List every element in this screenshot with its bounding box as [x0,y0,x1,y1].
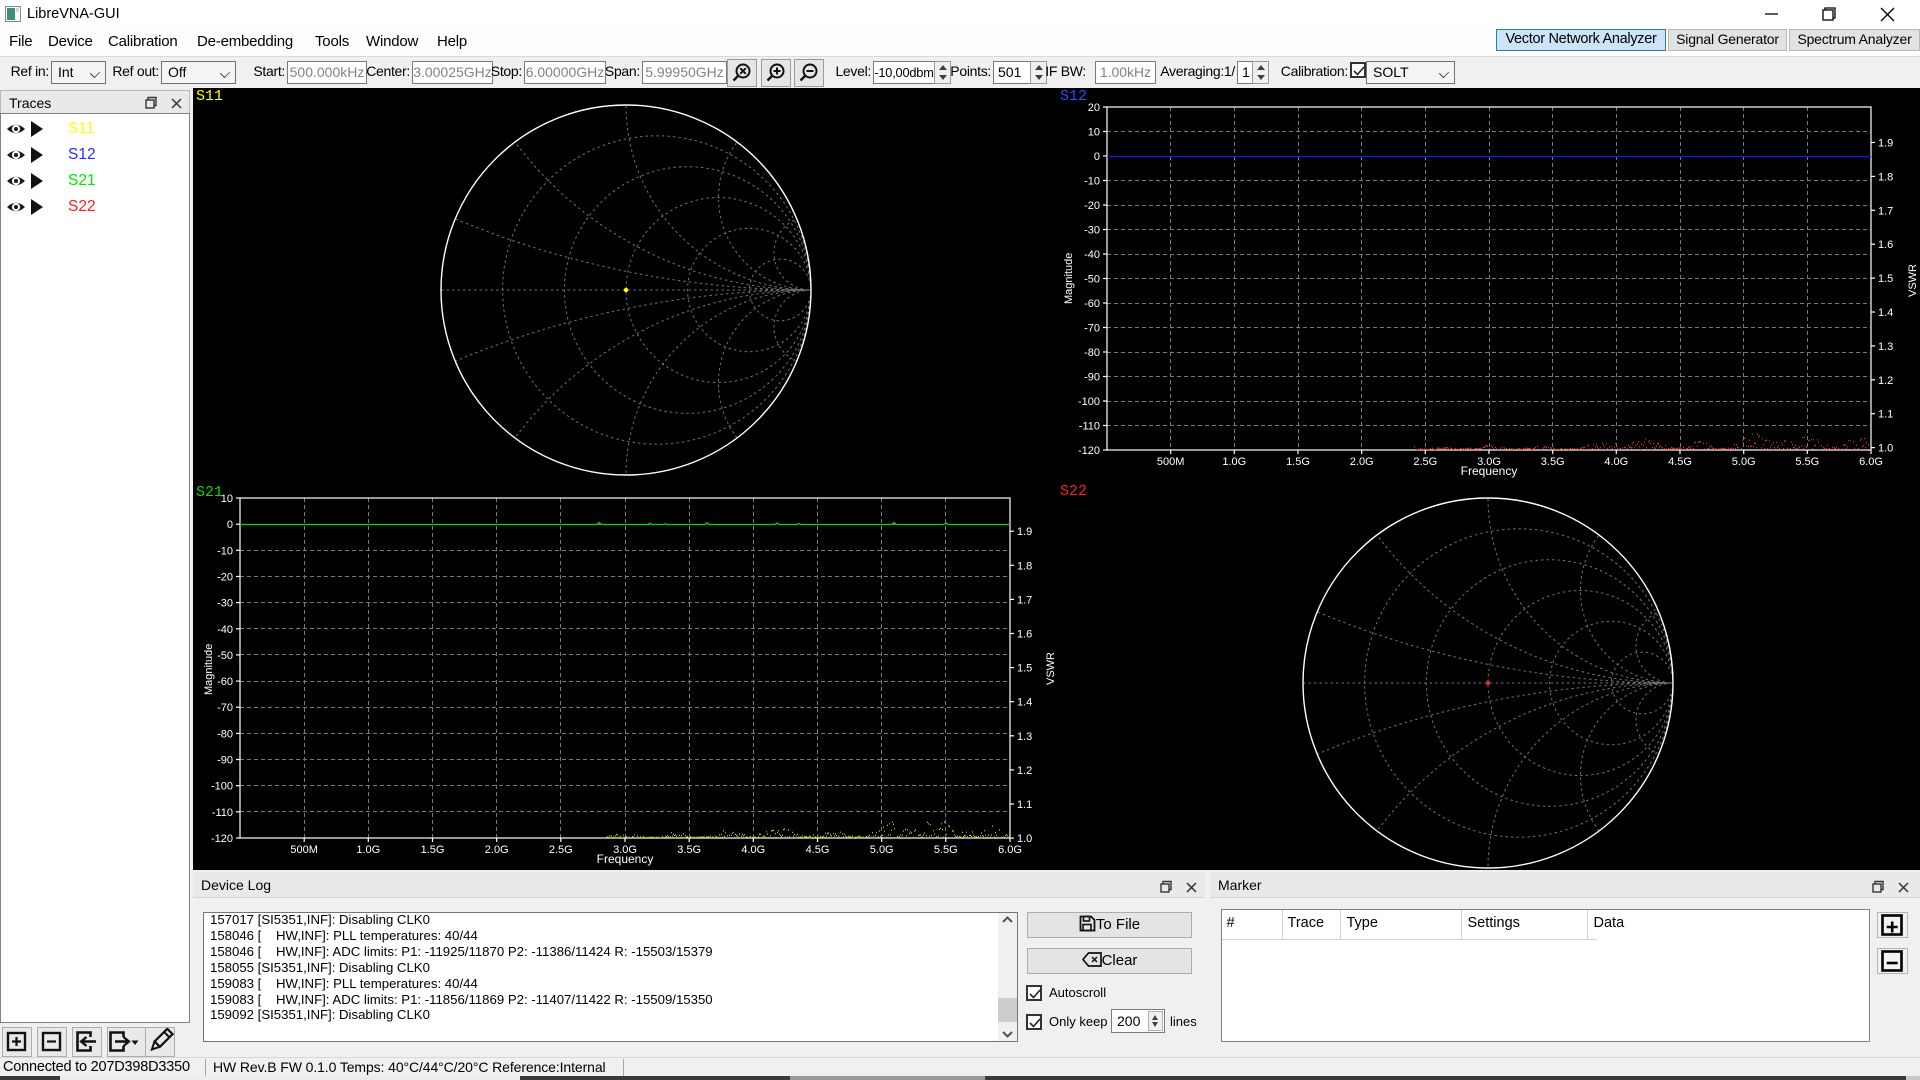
svg-text:5.5G: 5.5G [1795,456,1819,468]
svg-text:2.0G: 2.0G [485,844,509,856]
svg-text:-20: -20 [1084,200,1100,212]
svg-text:2.5G: 2.5G [1413,456,1437,468]
svg-text:0: 0 [1094,151,1100,163]
svg-text:-20: -20 [217,572,233,584]
svg-text:Frequency: Frequency [597,852,654,866]
svg-text:1.0G: 1.0G [1222,456,1246,468]
svg-text:1.4: 1.4 [1017,697,1032,709]
svg-text:-90: -90 [1084,372,1100,384]
svg-text:-10: -10 [217,545,233,557]
svg-text:3.5G: 3.5G [677,844,701,856]
svg-text:-120: -120 [1078,445,1100,457]
svg-text:10: 10 [1088,127,1100,139]
svg-text:1.7: 1.7 [1878,205,1893,217]
svg-text:-100: -100 [1078,396,1100,408]
svg-text:5.0G: 5.0G [1732,456,1756,468]
svg-text:6.0G: 6.0G [1859,456,1883,468]
svg-text:-90: -90 [217,755,233,767]
svg-text:1.3: 1.3 [1878,341,1893,353]
svg-text:1.8: 1.8 [1878,171,1893,183]
svg-text:-110: -110 [1079,421,1100,433]
svg-text:1.7: 1.7 [1017,594,1032,606]
svg-text:-50: -50 [1084,274,1100,286]
svg-text:6.0G: 6.0G [998,844,1022,856]
svg-text:2.5G: 2.5G [549,844,573,856]
svg-text:1.2: 1.2 [1878,375,1893,387]
svg-text:-70: -70 [217,702,233,714]
svg-text:20: 20 [1088,102,1100,114]
svg-text:-30: -30 [1084,225,1100,237]
svg-text:5.5G: 5.5G [934,844,958,856]
svg-text:-100: -100 [211,781,233,793]
svg-text:-50: -50 [217,650,233,662]
svg-text:-40: -40 [217,624,233,636]
svg-text:1.0G: 1.0G [356,844,380,856]
svg-text:1.1: 1.1 [1017,799,1032,811]
svg-text:1.5G: 1.5G [1286,456,1310,468]
svg-text:500M: 500M [290,844,318,856]
svg-text:4.0G: 4.0G [741,844,765,856]
svg-text:1.6: 1.6 [1878,239,1893,251]
svg-text:1.5G: 1.5G [421,844,445,856]
svg-text:1.1: 1.1 [1878,409,1893,421]
svg-text:1.5: 1.5 [1878,273,1893,285]
svg-text:0: 0 [227,519,233,531]
svg-text:1.8: 1.8 [1017,560,1032,572]
svg-text:1.9: 1.9 [1017,526,1032,538]
svg-text:1.6: 1.6 [1017,629,1032,641]
svg-text:1.2: 1.2 [1017,765,1032,777]
svg-text:2.0G: 2.0G [1350,456,1374,468]
svg-text:-40: -40 [1084,249,1100,261]
svg-text:-10: -10 [1084,176,1100,188]
svg-text:1.5: 1.5 [1017,663,1032,675]
svg-text:-80: -80 [217,728,233,740]
svg-text:-30: -30 [217,598,233,610]
svg-text:5.0G: 5.0G [870,844,894,856]
svg-text:3.5G: 3.5G [1541,456,1565,468]
svg-text:1.3: 1.3 [1017,731,1032,743]
svg-text:-60: -60 [217,676,233,688]
svg-text:500M: 500M [1157,456,1185,468]
svg-text:-110: -110 [212,807,233,819]
svg-text:4.5G: 4.5G [1668,456,1692,468]
svg-text:1.9: 1.9 [1878,138,1893,150]
svg-text:1.0: 1.0 [1878,443,1893,455]
svg-text:1.4: 1.4 [1878,307,1893,319]
svg-text:-60: -60 [1084,298,1100,310]
svg-text:Frequency: Frequency [1461,464,1518,478]
svg-text:4.5G: 4.5G [806,844,830,856]
svg-text:4.0G: 4.0G [1604,456,1628,468]
svg-text:-120: -120 [211,833,233,845]
svg-text:-70: -70 [1084,323,1100,335]
svg-text:-80: -80 [1084,347,1100,359]
svg-text:1.0: 1.0 [1017,833,1032,845]
